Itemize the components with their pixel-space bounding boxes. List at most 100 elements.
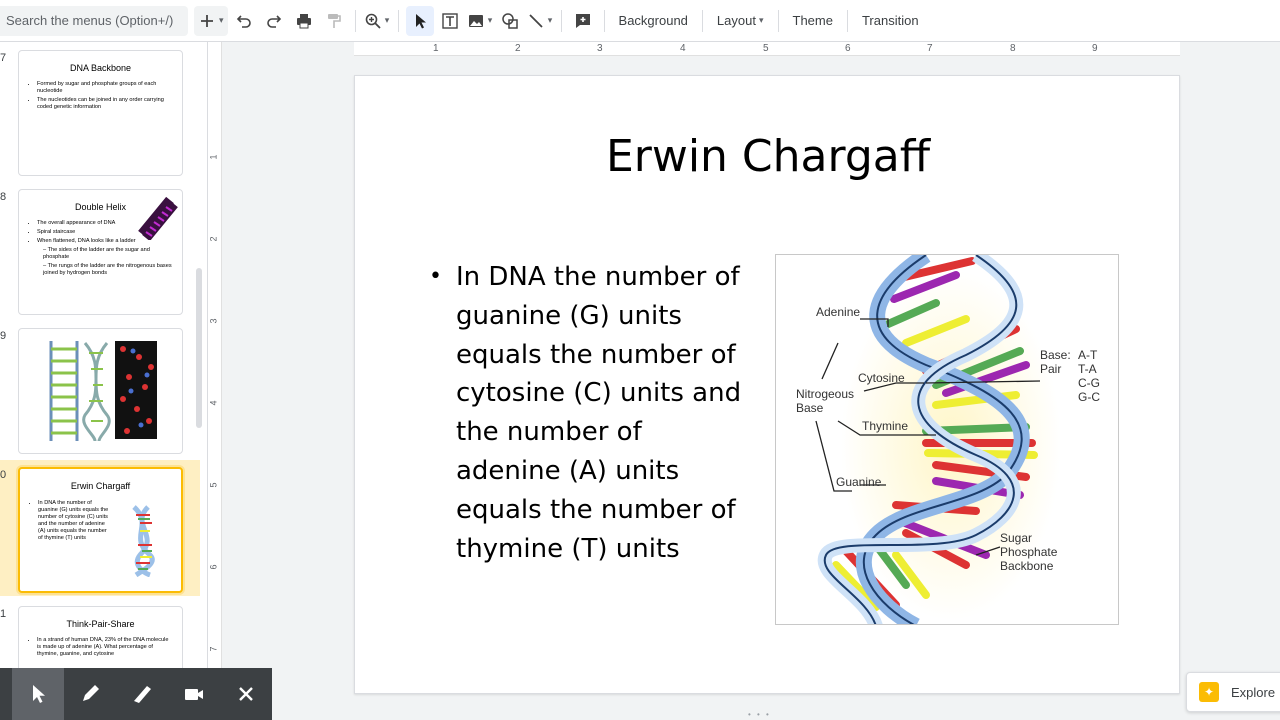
label-line: Pair bbox=[1040, 362, 1062, 376]
toolbar-divider bbox=[560, 9, 562, 32]
explore-button[interactable]: ✦ Explore bbox=[1186, 672, 1280, 712]
paint-format-icon bbox=[327, 13, 341, 28]
slide-thumbnail-10[interactable]: Erwin Chargaff In DNA the number of guan… bbox=[18, 467, 183, 593]
slide-title[interactable]: Erwin Chargaff bbox=[355, 131, 1181, 182]
label-line: Base bbox=[796, 401, 824, 415]
thumbnail-sub-bullet: – The rungs of the ladder are the nitrog… bbox=[43, 262, 172, 276]
thumbnail-bullets: Formed by sugar and phosphate groups of … bbox=[37, 81, 174, 111]
ruler-number: 8 bbox=[1010, 43, 1016, 54]
cursor-icon bbox=[415, 13, 426, 28]
slide-body-text[interactable]: • In DNA the number of guanine (G) units… bbox=[429, 258, 749, 568]
slide-number: 8 bbox=[0, 191, 7, 203]
explore-label: Explore bbox=[1231, 684, 1276, 700]
redo-button[interactable] bbox=[260, 6, 288, 36]
toolbar: Search the menus (Option+/) ▾ ▾ ▾ ▾ Back… bbox=[0, 0, 1280, 42]
explore-icon: ✦ bbox=[1199, 682, 1219, 702]
ruler-number: 5 bbox=[763, 43, 769, 54]
label-line: Backbone bbox=[1000, 559, 1054, 573]
slide-number: 9 bbox=[0, 330, 7, 342]
text-box-icon bbox=[441, 12, 458, 29]
slide-number: 1 bbox=[0, 608, 7, 620]
search-menus-field[interactable]: Search the menus (Option+/) bbox=[0, 5, 188, 36]
bullet-marker: • bbox=[429, 264, 442, 289]
dna-helix-thumbnail-image bbox=[136, 194, 178, 240]
toolbar-divider bbox=[354, 9, 356, 32]
speaker-notes-resize-handle[interactable]: • • • bbox=[748, 710, 771, 719]
close-toolbar-button[interactable] bbox=[220, 668, 272, 720]
guanine-label: Guanine bbox=[836, 475, 882, 489]
thumbnail-sub-bullet: – The sides of the ladder are the sugar … bbox=[43, 246, 150, 260]
transition-button[interactable]: Transition bbox=[854, 6, 927, 36]
ruler-number: 7 bbox=[208, 646, 219, 652]
thymine-label: Thymine bbox=[862, 419, 909, 433]
ruler-number: 6 bbox=[845, 43, 851, 54]
base-pair-label: Base: Pair bbox=[1040, 348, 1071, 376]
slide-thumbnail-9[interactable] bbox=[18, 328, 183, 454]
new-slide-button[interactable]: ▾ bbox=[194, 5, 228, 36]
insert-image-button[interactable]: ▾ bbox=[466, 6, 494, 36]
pointer-tool-button[interactable] bbox=[12, 668, 64, 720]
label-line: Base: bbox=[1040, 348, 1071, 362]
plus-icon bbox=[201, 14, 213, 27]
base-pair-value: C-G bbox=[1078, 376, 1100, 390]
ruler-number: 3 bbox=[208, 318, 219, 324]
shape-icon bbox=[501, 12, 518, 29]
base-pair-value: G-C bbox=[1078, 390, 1100, 404]
slide-thumbnail-7[interactable]: DNA Backbone Formed by sugar and phospha… bbox=[18, 50, 183, 176]
theme-button[interactable]: Theme bbox=[785, 6, 841, 36]
pen-tool-button[interactable] bbox=[64, 668, 116, 720]
layout-button[interactable]: Layout ▾ bbox=[709, 6, 772, 36]
highlighter-tool-button[interactable] bbox=[116, 668, 168, 720]
comment-add-icon bbox=[575, 13, 590, 28]
ruler-number: 5 bbox=[208, 482, 219, 488]
ruler-number: 4 bbox=[680, 43, 686, 54]
label-line: Nitrogeous bbox=[796, 387, 855, 401]
slide-number: 0 bbox=[0, 469, 7, 481]
image-icon bbox=[468, 14, 483, 27]
filmstrip-scrollbar[interactable] bbox=[196, 268, 202, 428]
chevron-down-icon[interactable]: ▾ bbox=[488, 15, 493, 26]
base-pair-value: T-A bbox=[1078, 362, 1097, 376]
current-slide[interactable]: Erwin Chargaff • In DNA the number of gu… bbox=[354, 75, 1180, 694]
line-icon bbox=[529, 13, 543, 28]
close-icon bbox=[239, 687, 253, 701]
ruler-number: 3 bbox=[597, 43, 603, 54]
slide-thumbnail-8[interactable]: Double Helix The overall appearance of D… bbox=[18, 189, 183, 315]
toolbar-divider bbox=[701, 9, 703, 32]
dna-diagram-image[interactable]: Adenine Nitrogeous Base Cytosine Thymine … bbox=[775, 254, 1119, 625]
thumbnail-title: DNA Backbone bbox=[69, 63, 132, 73]
bullet-text: In DNA the number of guanine (G) units e… bbox=[456, 262, 742, 564]
zoom-button[interactable]: ▾ bbox=[363, 6, 391, 36]
select-tool-button[interactable] bbox=[405, 5, 434, 36]
undo-button[interactable] bbox=[230, 6, 258, 36]
toolbar-divider bbox=[603, 9, 605, 32]
thumbnail-bullet: In DNA the number of guanine (G) units e… bbox=[38, 500, 110, 542]
nitrogeous-base-label: Nitrogeous Base bbox=[796, 387, 854, 415]
chevron-down-icon[interactable]: ▾ bbox=[219, 15, 224, 26]
highlighter-icon bbox=[134, 686, 151, 703]
camera-button[interactable] bbox=[168, 668, 220, 720]
shape-button[interactable] bbox=[496, 6, 524, 36]
horizontal-ruler: 1 2 3 4 5 6 7 8 9 bbox=[354, 42, 1180, 56]
slide-number: 7 bbox=[0, 52, 7, 64]
layout-label: Layout bbox=[716, 13, 756, 28]
slides-editor: Search the menus (Option+/) ▾ ▾ ▾ ▾ Back… bbox=[0, 0, 1280, 720]
toolbar-divider bbox=[777, 9, 779, 32]
line-button[interactable]: ▾ bbox=[526, 6, 554, 36]
chevron-down-icon[interactable]: ▾ bbox=[385, 15, 390, 26]
undo-icon bbox=[236, 14, 251, 28]
thumbnail-bullets: In DNA the number of guanine (G) units e… bbox=[38, 500, 110, 542]
background-button[interactable]: Background bbox=[611, 6, 696, 36]
chevron-down-icon[interactable]: ▾ bbox=[548, 15, 553, 26]
label-line: Phosphate bbox=[1000, 545, 1058, 559]
redo-icon bbox=[266, 14, 281, 28]
thumbnail-bullet: Formed by sugar and phosphate groups of … bbox=[37, 81, 174, 95]
add-comment-button[interactable] bbox=[569, 6, 597, 36]
text-box-button[interactable] bbox=[436, 6, 464, 36]
paint-format-button[interactable] bbox=[320, 6, 348, 36]
cytosine-label: Cytosine bbox=[858, 371, 905, 385]
print-button[interactable] bbox=[290, 6, 318, 36]
cursor-icon bbox=[33, 685, 45, 703]
thumbnail-bullet: The nucleotides can be joined in any ord… bbox=[37, 97, 174, 111]
vertical-ruler: 1 2 3 4 5 6 7 bbox=[208, 42, 222, 720]
